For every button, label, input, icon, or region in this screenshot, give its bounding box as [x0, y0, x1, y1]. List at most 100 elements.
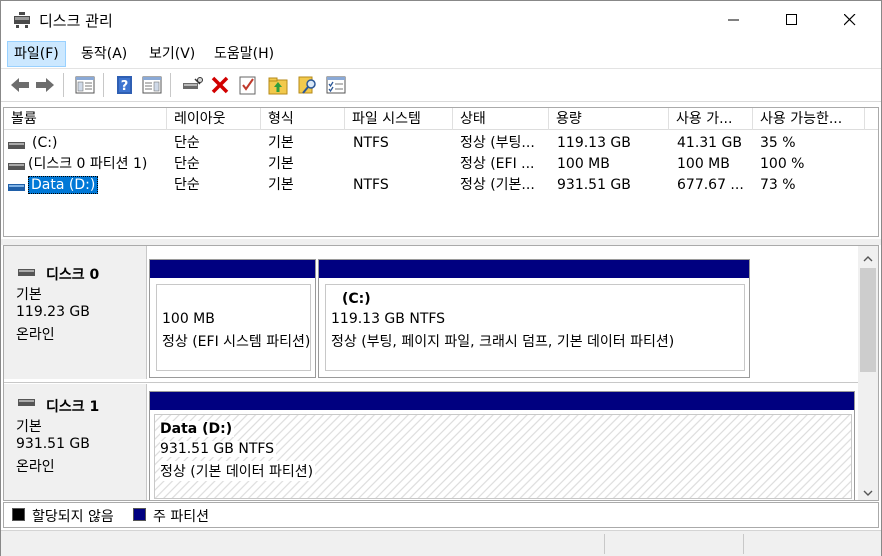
drive-icon [8, 181, 26, 191]
scroll-down-arrow-icon[interactable] [863, 486, 873, 496]
menu-bar: 파일(F) 동작(A) 보기(V) 도움말(H) [1, 39, 881, 67]
volume-capacity: 931.51 GB [557, 177, 631, 193]
volume-percent: 35 % [760, 135, 796, 151]
disk-icon [18, 266, 36, 276]
volume-fs: NTFS [353, 177, 389, 193]
partition-c[interactable]: (C:) 119.13 GB NTFS 정상 (부팅, 페이지 파일, 크래시 … [318, 259, 750, 378]
scrollbar-thumb[interactable] [860, 268, 876, 372]
disk-state: 온라인 [16, 327, 55, 343]
volume-name: (디스크 0 파티션 1) [28, 156, 148, 172]
partition-status: 정상 (기본 데이터 파티션) [160, 461, 316, 481]
primary-partition-bar [150, 392, 854, 410]
disk-size: 119.23 GB [16, 304, 90, 320]
search-icon[interactable] [297, 74, 319, 96]
status-divider [604, 534, 605, 554]
partition-status: 정상 (부팅, 페이지 파일, 크래시 덤프, 기본 데이터 파티션) [331, 334, 675, 350]
volume-free: 100 MB [677, 156, 730, 172]
window-title: 디스크 관리 [39, 12, 113, 30]
legend-unallocated-label: 할당되지 않음 [32, 509, 114, 525]
volume-row[interactable]: (디스크 0 파티션 1) 단순 기본 정상 (EFI ... 100 MB 1… [4, 154, 878, 175]
selected-volume-label: Data (D:) [28, 176, 99, 194]
column-volume[interactable]: 볼륨 [4, 108, 167, 130]
toolbar: ? [1, 68, 881, 102]
volume-name: Data (D:) [28, 175, 99, 196]
menu-file[interactable]: 파일(F) [7, 41, 66, 67]
properties-icon[interactable] [325, 74, 347, 96]
volume-type: 기본 [268, 135, 294, 151]
column-free-space[interactable]: 사용 가... [669, 108, 753, 130]
partition-size: 931.51 GB NTFS [160, 441, 277, 457]
column-file-system[interactable]: 파일 시스템 [345, 108, 453, 130]
disk-0-info[interactable]: 디스크 0 기본 119.23 GB 온라인 [4, 246, 147, 379]
delete-icon[interactable] [209, 74, 231, 96]
partition-label: (C:) [342, 291, 371, 307]
volume-percent: 100 % [760, 156, 805, 172]
partition-label: Data (D:) [160, 421, 235, 437]
disk-graphical-view: 디스크 0 기본 119.23 GB 온라인 100 MB 정상 (EFI 시스… [3, 245, 879, 501]
disk-name: 디스크 1 [46, 399, 100, 415]
menu-view[interactable]: 보기(V) [143, 41, 201, 67]
back-icon[interactable] [9, 74, 31, 96]
disk-name: 디스크 0 [46, 267, 100, 283]
forward-icon[interactable] [34, 74, 56, 96]
volume-type: 기본 [268, 177, 294, 193]
up-folder-icon[interactable] [267, 74, 289, 96]
column-type[interactable]: 형식 [261, 108, 345, 130]
volume-status: 정상 (기본... [460, 177, 535, 193]
scroll-up-arrow-icon[interactable] [863, 252, 873, 262]
menu-help[interactable]: 도움말(H) [208, 41, 280, 67]
disk-state: 온라인 [16, 459, 55, 475]
console-tree-icon[interactable] [74, 74, 96, 96]
checkmark-icon[interactable] [237, 74, 259, 96]
partition-size: 100 MB [162, 311, 215, 327]
column-capacity[interactable]: 용량 [549, 108, 669, 130]
volume-fs: NTFS [353, 135, 389, 151]
connect-drive-icon[interactable] [181, 74, 203, 96]
partition-status: 정상 (EFI 시스템 파티션) [162, 334, 311, 350]
volume-layout: 단순 [174, 135, 200, 151]
volume-row-selected[interactable]: Data (D:) 단순 기본 NTFS 정상 (기본... 931.51 GB… [4, 175, 878, 196]
primary-partition-bar [319, 260, 749, 278]
volume-name: (C:) [32, 135, 58, 151]
volume-type: 기본 [268, 156, 294, 172]
volume-status: 정상 (부팅... [460, 135, 535, 151]
vertical-scrollbar[interactable] [858, 246, 878, 500]
menu-action[interactable]: 동작(A) [75, 41, 133, 67]
volume-layout: 단순 [174, 177, 200, 193]
svg-text:?: ? [121, 79, 129, 94]
partition-data-d[interactable]: Data (D:) 931.51 GB NTFS 정상 (기본 데이터 파티션) [149, 391, 855, 500]
close-button[interactable] [822, 1, 880, 39]
primary-partition-bar [150, 260, 315, 278]
toolbar-separator [63, 73, 64, 97]
disk-1-info[interactable]: 디스크 1 기본 931.51 GB 온라인 [4, 384, 147, 500]
disk-type: 기본 [16, 419, 42, 435]
primary-partition-swatch [133, 508, 146, 521]
status-divider [743, 534, 744, 554]
title-bar: 디스크 관리 [1, 1, 881, 39]
column-layout[interactable]: 레이아웃 [167, 108, 261, 130]
disk-type: 기본 [16, 287, 42, 303]
volume-row[interactable]: (C:) 단순 기본 NTFS 정상 (부팅... 119.13 GB 41.3… [4, 133, 878, 154]
volume-capacity: 100 MB [557, 156, 610, 172]
partition-body: 100 MB 정상 (EFI 시스템 파티션) [156, 284, 311, 371]
partition-efi[interactable]: 100 MB 정상 (EFI 시스템 파티션) [149, 259, 316, 378]
partition-body: (C:) 119.13 GB NTFS 정상 (부팅, 페이지 파일, 크래시 … [325, 284, 745, 371]
help-icon[interactable]: ? [114, 74, 136, 96]
column-status[interactable]: 상태 [453, 108, 549, 130]
volume-layout: 단순 [174, 156, 200, 172]
disk-management-app-icon [13, 11, 31, 29]
volume-free: 41.31 GB [677, 135, 742, 151]
volume-percent: 73 % [760, 177, 796, 193]
disk-separator [4, 382, 859, 383]
volume-capacity: 119.13 GB [557, 135, 631, 151]
partition-size: 119.13 GB NTFS [331, 311, 446, 327]
volume-list-header: 볼륨 레이아웃 형식 파일 시스템 상태 용량 사용 가... 사용 가능한..… [4, 108, 878, 130]
legend-primary-label: 주 파티션 [153, 509, 209, 525]
drive-icon [8, 160, 26, 170]
maximize-button[interactable] [764, 1, 822, 39]
minimize-button[interactable] [706, 1, 764, 39]
disk-icon [18, 396, 36, 406]
disk-management-window: 디스크 관리 파일(F) 동작(A) 보기(V) 도움말(H) ? 볼륨 레이아… [0, 0, 882, 556]
action-pane-icon[interactable] [141, 74, 163, 96]
column-percent-free[interactable]: 사용 가능한... [753, 108, 865, 130]
